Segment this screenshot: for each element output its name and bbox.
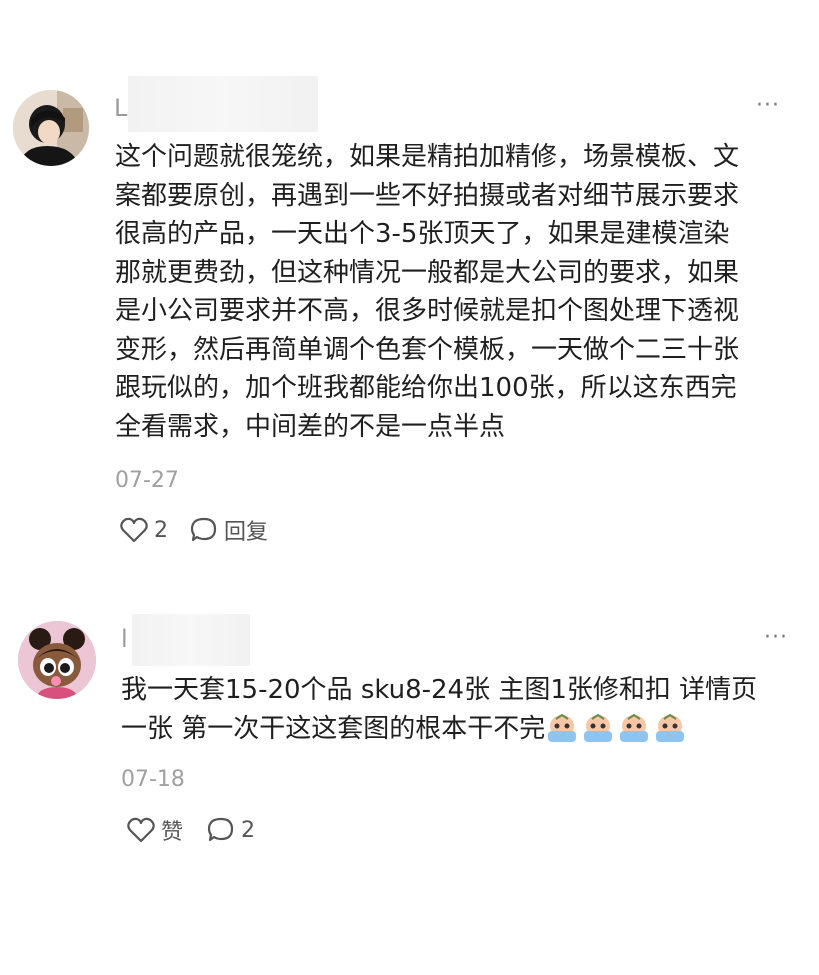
more-options-button[interactable]: ··· — [764, 627, 788, 649]
comment-text-line-2-words: 一张 第一次干这这套图的根本干不完 — [121, 713, 546, 744]
username-redaction — [132, 614, 250, 666]
heart-icon — [120, 517, 148, 543]
like-label: 赞 — [161, 820, 184, 845]
avatar-cartoon — [18, 621, 96, 699]
crying-face-icon — [548, 713, 577, 742]
comment-text-line-2: 一张 第一次干这这套图的根本干不完 — [121, 710, 811, 749]
username-redaction — [128, 76, 318, 132]
comment-bubble-icon — [207, 817, 234, 842]
comment-text: 我一天套15-20个品 sku8-24张 主图1张修和扣 详情页 一张 第一次干… — [121, 671, 811, 748]
comment-text-line-1: 我一天套15-20个品 sku8-24张 主图1张修和扣 详情页 — [121, 675, 758, 705]
comment-text: 这个问题就很笼统，如果是精拍加精修，场景模板、文 案都要原创，再遇到一些不好拍摄… — [115, 142, 740, 442]
username[interactable]: l — [121, 624, 128, 654]
more-options-button[interactable]: ··· — [756, 95, 780, 117]
crying-emoji-group — [545, 713, 687, 743]
crying-face-icon — [620, 713, 649, 742]
like-button[interactable]: 赞 — [127, 814, 183, 846]
like-count: 2 — [154, 517, 168, 543]
reply-label: 回复 — [224, 520, 269, 545]
reply-count: 2 — [241, 817, 256, 843]
reply-button[interactable]: 回复 — [190, 514, 268, 546]
comment-actions: 2 回复 — [120, 514, 268, 546]
avatar-photo — [13, 90, 89, 166]
comment-date: 07-27 — [115, 468, 179, 493]
user-avatar[interactable] — [18, 621, 96, 699]
like-button[interactable]: 2 — [120, 517, 168, 543]
reply-button[interactable]: 2 — [207, 817, 255, 843]
user-avatar[interactable] — [13, 90, 89, 166]
heart-icon — [127, 817, 155, 843]
username[interactable]: L — [114, 93, 127, 123]
comment-date: 07-18 — [121, 767, 185, 792]
crying-face-icon — [584, 713, 613, 742]
comment-bubble-icon — [190, 517, 217, 542]
crying-face-icon — [656, 713, 685, 742]
comment-actions: 赞 2 — [127, 814, 255, 846]
